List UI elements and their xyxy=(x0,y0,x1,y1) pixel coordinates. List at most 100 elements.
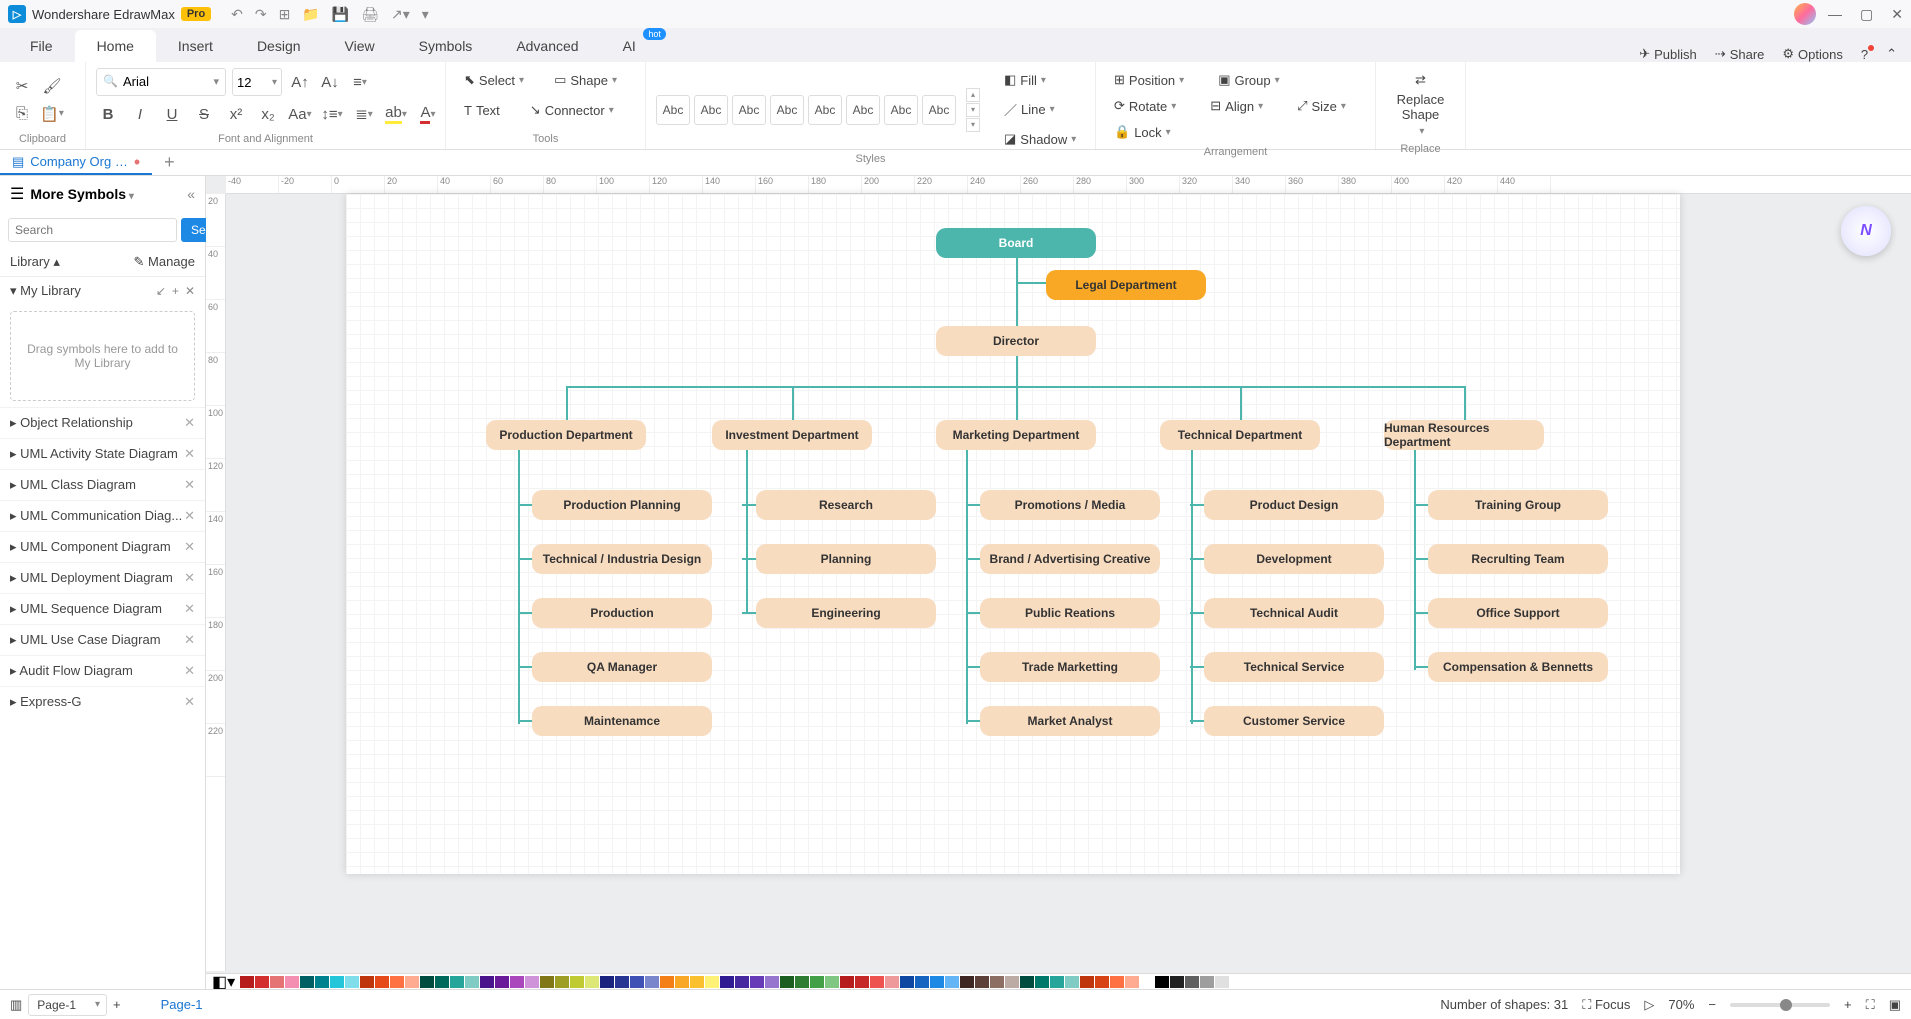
case-icon[interactable]: Aa xyxy=(288,102,312,126)
org-subnode[interactable]: Engineering xyxy=(756,598,936,628)
font-size-select[interactable]: 12▾ xyxy=(232,68,282,96)
color-swatch[interactable] xyxy=(1155,976,1169,988)
library-dropdown[interactable]: Library ▴ xyxy=(10,254,60,270)
org-subnode[interactable]: Promotions / Media xyxy=(980,490,1160,520)
color-swatch[interactable] xyxy=(930,976,944,988)
strike-icon[interactable]: S xyxy=(192,102,216,126)
menu-ai[interactable]: AIhot xyxy=(601,30,658,62)
gallery-nav[interactable]: ▴▾▾ xyxy=(966,88,980,132)
increase-font-icon[interactable]: A↑ xyxy=(288,70,312,94)
color-swatch[interactable] xyxy=(1035,976,1049,988)
org-board[interactable]: Board xyxy=(936,228,1096,258)
color-swatch[interactable] xyxy=(750,976,764,988)
color-swatch[interactable] xyxy=(825,976,839,988)
org-subnode[interactable]: Production Planning xyxy=(532,490,712,520)
menu-home[interactable]: Home xyxy=(75,30,156,62)
maximize-icon[interactable]: ▢ xyxy=(1860,6,1873,23)
superscript-icon[interactable]: x² xyxy=(224,102,248,126)
color-swatch[interactable] xyxy=(885,976,899,988)
color-swatch[interactable] xyxy=(1095,976,1109,988)
color-swatch[interactable] xyxy=(360,976,374,988)
ai-assistant-icon[interactable]: N xyxy=(1841,206,1891,256)
color-swatch[interactable] xyxy=(1200,976,1214,988)
org-subnode[interactable]: Research xyxy=(756,490,936,520)
org-dept[interactable]: Marketing Department xyxy=(936,420,1096,450)
color-swatch[interactable] xyxy=(1065,976,1079,988)
highlight-icon[interactable]: ab xyxy=(384,102,408,126)
save-icon[interactable]: 💾 xyxy=(332,6,349,23)
menu-insert[interactable]: Insert xyxy=(156,30,235,62)
org-subnode[interactable]: Planning xyxy=(756,544,936,574)
page-layout-icon[interactable]: ▥ xyxy=(10,997,22,1013)
org-subnode[interactable]: Development xyxy=(1204,544,1384,574)
color-swatch[interactable] xyxy=(525,976,539,988)
menu-file[interactable]: File xyxy=(8,30,75,62)
mylibrary-dropzone[interactable]: Drag symbols here to add to My Library xyxy=(10,311,195,401)
color-swatch[interactable] xyxy=(375,976,389,988)
menu-view[interactable]: View xyxy=(323,30,397,62)
print-icon[interactable]: 🖨 xyxy=(361,6,379,23)
mylibrary-section[interactable]: ▾ My Library xyxy=(10,283,81,299)
minimize-icon[interactable]: — xyxy=(1828,6,1842,23)
decrease-font-icon[interactable]: A↓ xyxy=(318,70,342,94)
bold-icon[interactable]: B xyxy=(96,102,120,126)
copy-icon[interactable]: ⎘ xyxy=(10,102,34,126)
publish-button[interactable]: ✈ Publish xyxy=(1639,46,1697,62)
search-input[interactable] xyxy=(8,218,177,242)
close-icon[interactable]: ✕ xyxy=(184,601,195,617)
color-swatch[interactable] xyxy=(690,976,704,988)
select-tool[interactable]: ⬉ Select xyxy=(456,68,532,92)
color-swatch[interactable] xyxy=(300,976,314,988)
position-button[interactable]: ⊞ Position xyxy=(1106,68,1192,92)
shadow-button[interactable]: ◪ Shadow xyxy=(996,127,1084,151)
color-swatch[interactable] xyxy=(1125,976,1139,988)
org-subnode[interactable]: Technical Service xyxy=(1204,652,1384,682)
underline-icon[interactable]: U xyxy=(160,102,184,126)
collapse-ribbon-icon[interactable]: ⌃ xyxy=(1886,46,1897,62)
color-swatch[interactable] xyxy=(1005,976,1019,988)
color-swatch[interactable] xyxy=(600,976,614,988)
close-icon[interactable]: ✕ xyxy=(184,632,195,648)
color-swatch[interactable] xyxy=(270,976,284,988)
library-item[interactable]: ▸ UML Class Diagram✕ xyxy=(0,469,205,500)
color-swatch[interactable] xyxy=(480,976,494,988)
color-swatch[interactable] xyxy=(255,976,269,988)
library-item[interactable]: ▸ UML Communication Diag...✕ xyxy=(0,500,205,531)
color-swatch[interactable] xyxy=(780,976,794,988)
color-swatch[interactable] xyxy=(990,976,1004,988)
rotate-button[interactable]: ⟳ Rotate xyxy=(1106,94,1184,118)
color-swatch[interactable] xyxy=(450,976,464,988)
library-item[interactable]: ▸ UML Activity State Diagram✕ xyxy=(0,438,205,469)
import-icon[interactable]: ↙ xyxy=(156,284,166,298)
menu-advanced[interactable]: Advanced xyxy=(494,30,600,62)
color-swatch[interactable] xyxy=(585,976,599,988)
org-subnode[interactable]: Trade Marketting xyxy=(980,652,1160,682)
color-swatch[interactable] xyxy=(630,976,644,988)
shape-tool[interactable]: ▭ Shape xyxy=(546,68,625,92)
color-swatch[interactable] xyxy=(735,976,749,988)
canvas[interactable]: -40-200204060801001201401601802002202402… xyxy=(206,176,1911,989)
open-icon[interactable]: 📁 xyxy=(302,6,319,23)
zoom-in-icon[interactable]: + xyxy=(1844,997,1852,1012)
color-swatch[interactable] xyxy=(675,976,689,988)
presentation-icon[interactable]: ▷ xyxy=(1644,997,1654,1013)
color-swatch[interactable] xyxy=(1215,976,1229,988)
color-swatch[interactable] xyxy=(840,976,854,988)
new-icon[interactable]: ⊞ xyxy=(279,6,291,23)
color-swatch[interactable] xyxy=(1140,976,1154,988)
style-gallery[interactable]: Abc Abc Abc Abc Abc Abc Abc Abc xyxy=(656,95,956,125)
color-swatch[interactable] xyxy=(420,976,434,988)
font-family-select[interactable]: Arial xyxy=(96,68,226,96)
color-swatch[interactable] xyxy=(960,976,974,988)
org-subnode[interactable]: Brand / Advertising Creative xyxy=(980,544,1160,574)
subscript-icon[interactable]: x₂ xyxy=(256,102,280,126)
color-swatch[interactable] xyxy=(555,976,569,988)
org-subnode[interactable]: Customer Service xyxy=(1204,706,1384,736)
org-subnode[interactable]: Market Analyst xyxy=(980,706,1160,736)
color-swatch[interactable] xyxy=(870,976,884,988)
export-icon[interactable]: ↗▾ xyxy=(391,6,410,23)
collapse-sidebar-icon[interactable]: « xyxy=(187,186,195,202)
color-swatch[interactable] xyxy=(810,976,824,988)
focus-button[interactable]: ⛶ Focus xyxy=(1582,997,1630,1013)
org-dept[interactable]: Technical Department xyxy=(1160,420,1320,450)
